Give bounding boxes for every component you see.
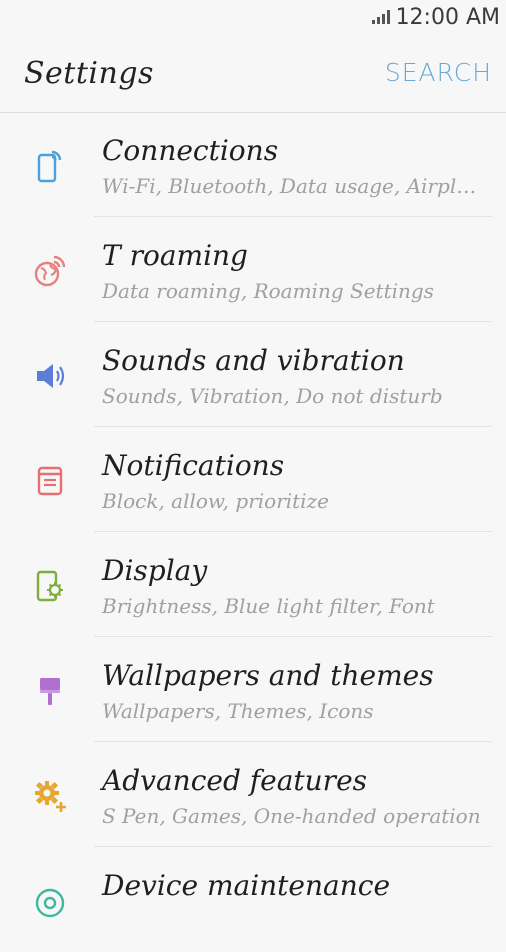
page-title: Settings (24, 56, 154, 91)
status-time: 12:00 AM (395, 4, 500, 30)
item-subtitle: Data roaming, Roaming Settings (102, 279, 434, 303)
item-title: Sounds and vibration (102, 344, 405, 377)
status-right: 12:00 AM (371, 2, 500, 32)
item-title: Connections (102, 134, 279, 167)
item-subtitle: Brightness, Blue light filter, Font (102, 594, 435, 618)
connections-icon (32, 148, 68, 184)
settings-item-notifications[interactable]: Notifications Block, allow, prioritize (0, 427, 506, 532)
app-bar: Settings SEARCH (0, 34, 506, 113)
signal-icon (371, 10, 390, 24)
item-subtitle: Wallpapers, Themes, Icons (102, 699, 374, 723)
item-subtitle: Sounds, Vibration, Do not disturb (102, 384, 443, 408)
notifications-icon (32, 463, 68, 499)
settings-list: Connections Wi-Fi, Bluetooth, Data usage… (0, 112, 506, 952)
item-title: Notifications (102, 449, 285, 482)
settings-item-wallpapers[interactable]: Wallpapers and themes Wallpapers, Themes… (0, 637, 506, 742)
item-title: T roaming (102, 239, 248, 272)
paint-brush-icon (32, 673, 68, 709)
speaker-icon (32, 358, 68, 394)
device-maintenance-icon (32, 885, 68, 921)
item-title: Device maintenance (102, 869, 391, 902)
search-button[interactable]: SEARCH (385, 58, 492, 87)
status-bar: 12:00 AM (0, 0, 506, 34)
item-title: Advanced features (102, 764, 368, 797)
display-icon (32, 568, 68, 604)
item-title: Wallpapers and themes (102, 659, 434, 692)
settings-item-display[interactable]: Display Brightness, Blue light filter, F… (0, 532, 506, 637)
settings-item-sounds[interactable]: Sounds and vibration Sounds, Vibration, … (0, 322, 506, 427)
settings-item-advanced-features[interactable]: Advanced features S Pen, Games, One-hand… (0, 742, 506, 847)
item-subtitle: S Pen, Games, One-handed operation (102, 804, 481, 828)
item-title: Display (102, 554, 208, 587)
item-subtitle: Wi-Fi, Bluetooth, Data usage, Airplane..… (102, 174, 482, 198)
gear-plus-icon (32, 778, 68, 814)
settings-item-t-roaming[interactable]: T roaming Data roaming, Roaming Settings (0, 217, 506, 322)
item-subtitle: Block, allow, prioritize (102, 489, 329, 513)
roaming-globe-icon (32, 253, 68, 289)
settings-item-connections[interactable]: Connections Wi-Fi, Bluetooth, Data usage… (0, 112, 506, 217)
